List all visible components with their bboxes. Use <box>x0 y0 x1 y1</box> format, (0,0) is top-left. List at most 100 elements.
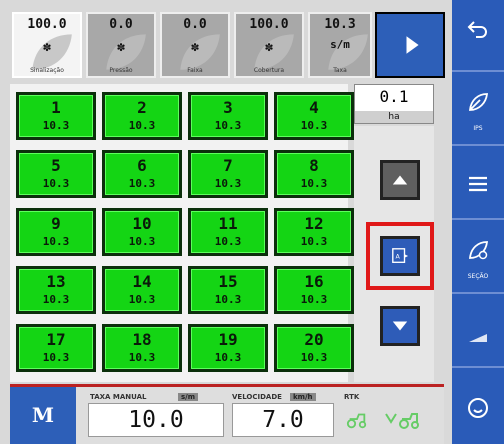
tractor-status-icon <box>346 413 367 429</box>
manual-mode-button[interactable]: M <box>10 387 76 444</box>
section-rate: 10.3 <box>300 119 328 132</box>
seed-icon: ✽ <box>43 40 51 55</box>
section-button-13[interactable]: 13 10.3 <box>16 266 96 314</box>
coverage-tile[interactable]: 100.0 ✽ Cobertura <box>234 12 304 78</box>
swath-tile[interactable]: 0.0 ✽ Faixa <box>160 12 230 78</box>
speed-field[interactable]: 7.0 <box>232 403 334 437</box>
manual-rate-unit: s/m <box>178 393 199 401</box>
ips-button[interactable]: IPS <box>452 74 504 146</box>
rtk-label: RTK <box>344 393 360 401</box>
speed-unit: km/h <box>290 393 316 401</box>
back-button[interactable] <box>452 0 504 72</box>
section-button[interactable]: SEÇÃO <box>452 222 504 294</box>
section-button-4[interactable]: 4 10.3 <box>274 92 354 140</box>
section-rate: 10.3 <box>214 119 242 132</box>
menu-button[interactable] <box>452 148 504 220</box>
section-rate: 10.3 <box>128 293 156 306</box>
menu-icon <box>469 176 487 192</box>
section-rate: 10.3 <box>214 177 242 190</box>
section-number: 11 <box>218 214 238 233</box>
tile-label: Cobertura <box>253 67 285 74</box>
section-number: 7 <box>223 156 233 175</box>
section-button-1[interactable]: 1 10.3 <box>16 92 96 140</box>
section-rate: 10.3 <box>42 177 70 190</box>
manual-rate-label: TAXA MANUAL <box>90 393 147 401</box>
section-rate: 10.3 <box>300 351 328 364</box>
speed-value: 7.0 <box>262 407 304 433</box>
section-leaf-icon <box>469 241 489 260</box>
section-rate: 10.3 <box>214 235 242 248</box>
section-number: 8 <box>309 156 319 175</box>
section-number: 4 <box>309 98 319 117</box>
section-rate: 10.3 <box>128 351 156 364</box>
section-rate: 10.3 <box>214 293 242 306</box>
svg-text:A: A <box>396 254 401 261</box>
arrow-down-icon <box>392 321 408 331</box>
section-number: 18 <box>132 330 152 349</box>
section-number: 9 <box>51 214 61 233</box>
scroll-up-button[interactable] <box>380 160 420 200</box>
section-button-8[interactable]: 8 10.3 <box>274 150 354 198</box>
section-button-9[interactable]: 9 10.3 <box>16 208 96 256</box>
speed-label: VELOCIDADE <box>232 393 282 401</box>
section-button-7[interactable]: 7 10.3 <box>188 150 268 198</box>
seed-icon: ✽ <box>191 40 199 55</box>
section-rate: 10.3 <box>128 235 156 248</box>
section-button-11[interactable]: 11 10.3 <box>188 208 268 256</box>
status-button[interactable] <box>452 370 504 442</box>
section-button-19[interactable]: 19 10.3 <box>188 324 268 372</box>
signal-bars-icon <box>469 334 487 342</box>
section-number: 15 <box>218 272 238 291</box>
section-button-5[interactable]: 5 10.3 <box>16 150 96 198</box>
section-rate: 10.3 <box>300 177 328 190</box>
section-button-6[interactable]: 6 10.3 <box>102 150 182 198</box>
section-number: 6 <box>137 156 147 175</box>
mode-label: M <box>31 403 55 427</box>
auto-control-icon: A <box>392 248 409 263</box>
rate-tile[interactable]: 10.3 s/m Taxa <box>308 12 372 78</box>
section-button-17[interactable]: 17 10.3 <box>16 324 96 372</box>
section-number: 19 <box>218 330 238 349</box>
seed-icon: ✽ <box>117 40 125 55</box>
tile-label: Faixa <box>187 67 203 74</box>
signal-button[interactable] <box>452 296 504 368</box>
section-rate: 10.3 <box>128 119 156 132</box>
manual-rate-field[interactable]: 10.0 <box>88 403 224 437</box>
section-button-2[interactable]: 2 10.3 <box>102 92 182 140</box>
section-button-16[interactable]: 16 10.3 <box>274 266 354 314</box>
section-number: 12 <box>304 214 324 233</box>
section-rate: 10.3 <box>42 119 70 132</box>
section-button-18[interactable]: 18 10.3 <box>102 324 182 372</box>
section-rate: 10.3 <box>128 177 156 190</box>
area-value: 0.1 <box>379 87 409 106</box>
section-number: 16 <box>304 272 324 291</box>
ips-label: IPS <box>473 125 483 132</box>
pressure-tile[interactable]: 0.0 ✽ Pressão <box>86 12 156 78</box>
section-button-20[interactable]: 20 10.3 <box>274 324 354 372</box>
section-rate: 10.3 <box>300 293 328 306</box>
manual-rate-value: 10.0 <box>128 407 184 433</box>
arrow-up-icon <box>392 175 408 185</box>
section-number: 20 <box>304 330 324 349</box>
section-number: 2 <box>137 98 147 117</box>
section-button-12[interactable]: 12 10.3 <box>274 208 354 256</box>
section-number: 17 <box>46 330 66 349</box>
tile-unit: s/m <box>330 38 350 51</box>
application-rate-tile[interactable]: 100.0 ✽ Sinalização <box>12 12 82 78</box>
back-arrow-icon <box>467 21 487 38</box>
seed-icon: ✽ <box>265 40 273 55</box>
next-button[interactable] <box>375 12 445 78</box>
section-rate: 10.3 <box>214 351 242 364</box>
section-rate: 10.3 <box>42 351 70 364</box>
auto-section-button[interactable]: A <box>380 236 420 276</box>
section-number: 5 <box>51 156 61 175</box>
play-icon <box>406 36 419 54</box>
smiley-icon <box>468 398 488 418</box>
section-button-3[interactable]: 3 10.3 <box>188 92 268 140</box>
scroll-down-button[interactable] <box>380 306 420 346</box>
section-button-14[interactable]: 14 10.3 <box>102 266 182 314</box>
section-button-10[interactable]: 10 10.3 <box>102 208 182 256</box>
section-label: SEÇÃO <box>467 273 489 280</box>
section-rate: 10.3 <box>42 293 70 306</box>
section-button-15[interactable]: 15 10.3 <box>188 266 268 314</box>
